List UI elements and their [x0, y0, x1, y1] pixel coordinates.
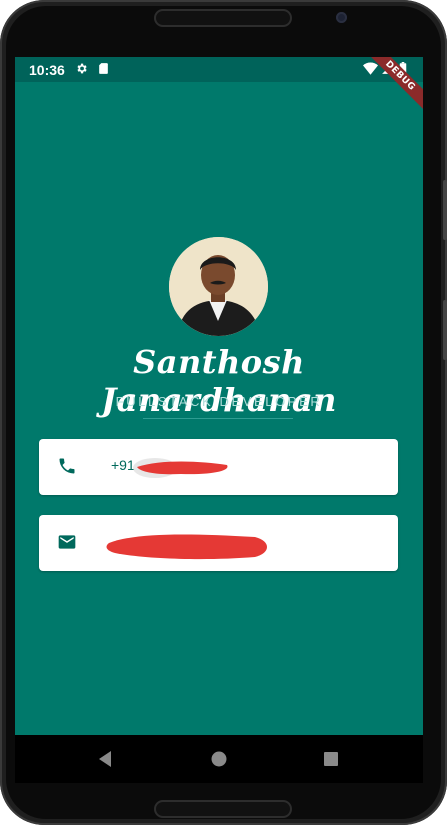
- email-card[interactable]: [39, 515, 398, 571]
- sd-card-icon: [99, 63, 108, 74]
- volume-button[interactable]: [443, 300, 447, 360]
- front-camera: [336, 12, 347, 23]
- settings-icon: [77, 63, 87, 74]
- power-button[interactable]: [443, 180, 447, 240]
- back-button[interactable]: [81, 735, 129, 783]
- bottom-speaker: [154, 800, 292, 818]
- home-button[interactable]: [195, 735, 243, 783]
- recents-icon: [324, 752, 338, 766]
- email-icon: [58, 535, 76, 549]
- profile-avatar: [169, 237, 268, 336]
- home-icon: [211, 751, 227, 767]
- recents-button[interactable]: [307, 735, 355, 783]
- earpiece-speaker: [154, 9, 292, 27]
- back-icon: [99, 751, 111, 767]
- phone-card[interactable]: +91: [39, 439, 398, 495]
- profile-photo-icon: [169, 237, 268, 336]
- divider: [143, 418, 293, 419]
- status-bar: 10:36 DEBUG: [15, 57, 423, 113]
- profile-title: FULLSTACK DEVELOPER: [115, 394, 323, 409]
- email-redaction: [106, 534, 267, 560]
- phone-icon: [59, 458, 75, 474]
- wifi-icon: [363, 62, 378, 75]
- phone-redaction: [133, 458, 228, 478]
- navigation-bar: [15, 735, 423, 783]
- status-time: 10:36: [29, 62, 65, 78]
- app-screen: 10:36 DEBUG Santhosh Janardhanan FULLSTA…: [15, 57, 423, 735]
